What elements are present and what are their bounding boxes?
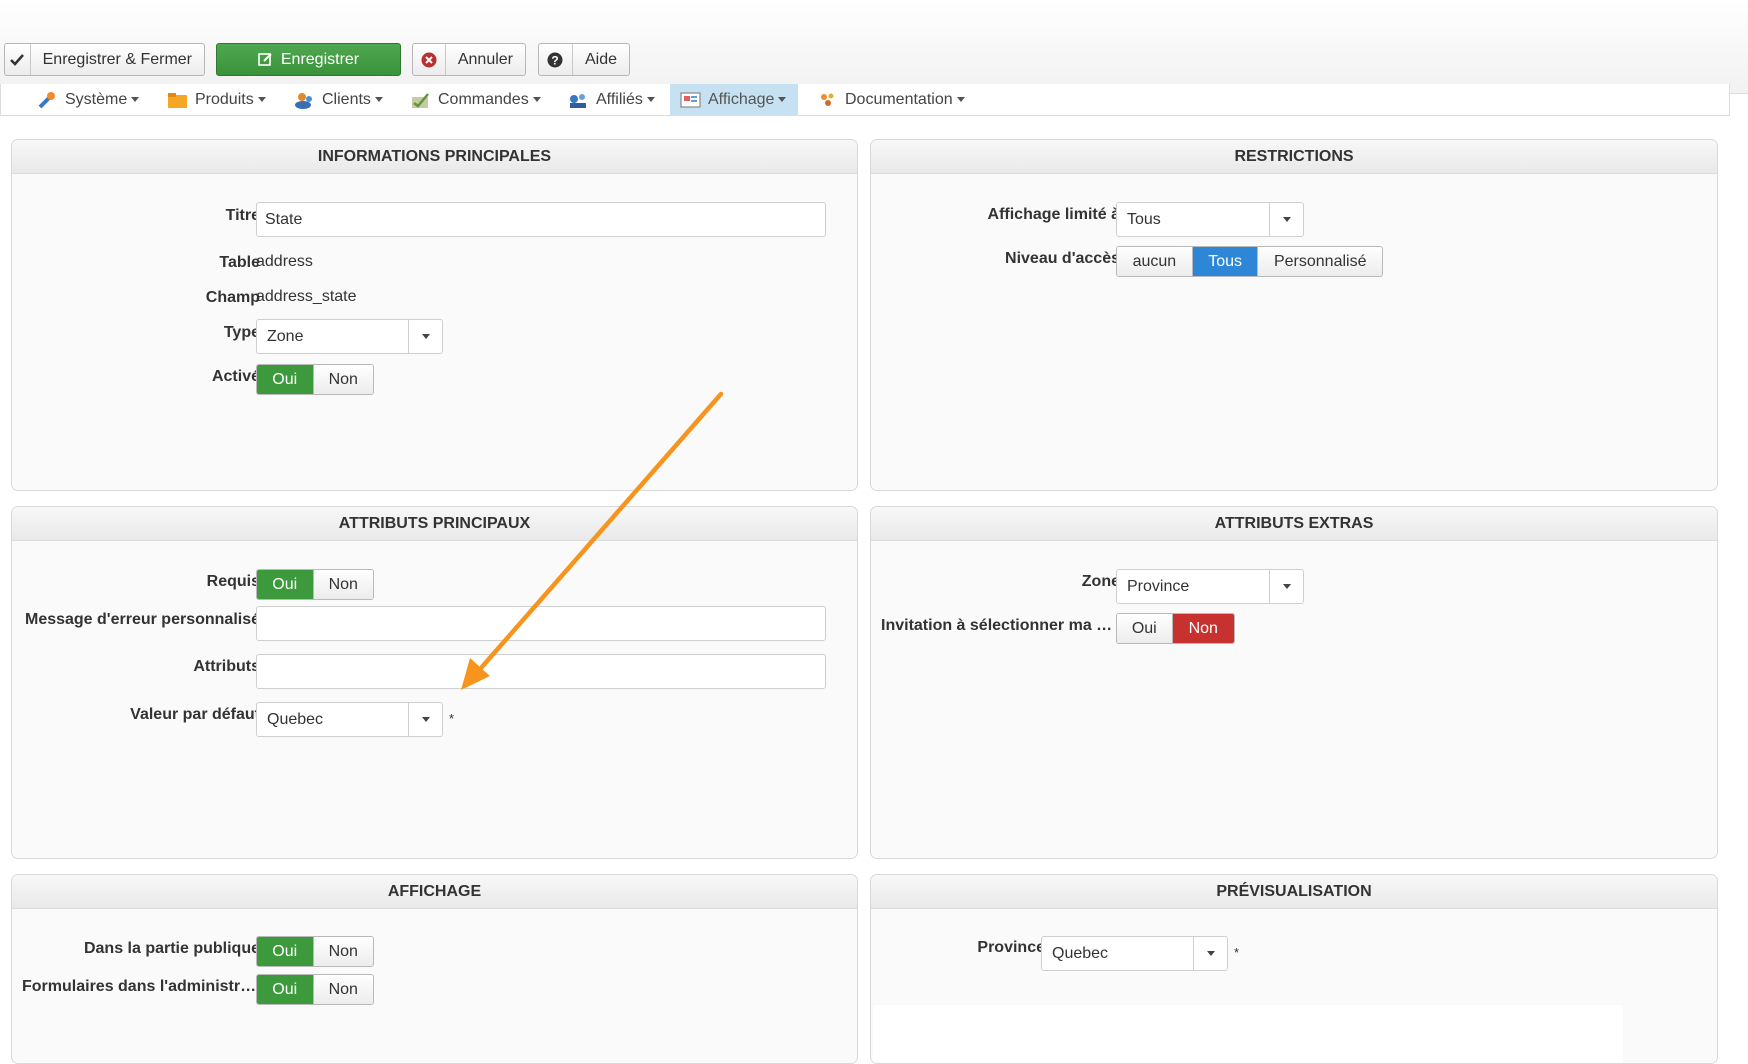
documentation-icon <box>817 91 839 109</box>
cancel-icon <box>413 44 446 75</box>
label-admin-forms: Formulaires dans l'administration <box>22 978 260 995</box>
label-champ: Champ <box>205 289 260 306</box>
folder-icon <box>167 91 189 109</box>
panel-title: AFFICHAGE <box>12 875 857 909</box>
chevron-down-icon <box>1193 937 1227 970</box>
access-none-button[interactable]: aucun <box>1117 247 1193 276</box>
zone-select[interactable]: Province <box>1116 569 1304 604</box>
access-custom-button[interactable]: Personnalisé <box>1258 247 1382 276</box>
panel-extra-attributes: ATTRIBUTS EXTRAS Zone Province Invitatio… <box>870 506 1718 859</box>
public-toggle: Oui Non <box>256 936 374 967</box>
panel-preview: PRÉVISUALISATION Province Quebec * <box>870 874 1718 1064</box>
menu-systeme[interactable]: Système <box>37 84 140 115</box>
panel-title: PRÉVISUALISATION <box>871 875 1717 909</box>
invite-toggle: Oui Non <box>1116 613 1235 644</box>
province-select[interactable]: Quebec <box>1041 936 1228 971</box>
active-no-button[interactable]: Non <box>313 365 373 394</box>
panel-display: AFFICHAGE Dans la partie publique Oui No… <box>11 874 858 1064</box>
orders-icon <box>410 91 432 109</box>
invite-no-button[interactable]: Non <box>1172 614 1234 643</box>
admin-no-button[interactable]: Non <box>313 975 373 1004</box>
active-yes-button[interactable]: Oui <box>257 365 314 394</box>
display-icon <box>680 91 702 109</box>
label-active: Activé <box>211 368 260 385</box>
required-yes-button[interactable]: Oui <box>257 570 314 599</box>
panel-title: ATTRIBUTS PRINCIPAUX <box>12 507 857 541</box>
panel-restrictions: RESTRICTIONS Affichage limité à Tous Niv… <box>870 139 1718 491</box>
titre-input[interactable] <box>256 202 826 237</box>
menu-affilies[interactable]: Affiliés <box>568 84 655 115</box>
edit-icon <box>258 52 273 67</box>
menu-commandes[interactable]: Commandes <box>410 84 541 115</box>
chevron-down-icon <box>408 320 442 353</box>
required-toggle: Oui Non <box>256 569 374 600</box>
menu-produits[interactable]: Produits <box>167 84 266 115</box>
users-icon <box>294 91 316 109</box>
label-province: Province <box>977 939 1045 956</box>
public-no-button[interactable]: Non <box>313 937 373 966</box>
cancel-button[interactable]: Annuler <box>412 43 526 76</box>
panel-title: RESTRICTIONS <box>871 140 1717 174</box>
error-message-input[interactable] <box>256 606 826 641</box>
required-asterisk: * <box>449 711 455 726</box>
check-icon <box>5 44 31 75</box>
label-access: Niveau d'accès <box>1005 250 1120 267</box>
active-toggle: Oui Non <box>256 364 374 395</box>
public-yes-button[interactable]: Oui <box>257 937 314 966</box>
label-required: Requis <box>206 573 260 590</box>
champ-value: address_state <box>256 288 357 305</box>
invite-yes-button[interactable]: Oui <box>1117 614 1173 643</box>
chevron-down-icon <box>1269 203 1303 236</box>
label-error-message: Message d'erreur personnalisé <box>24 611 260 628</box>
chevron-down-icon <box>1269 570 1303 603</box>
label-attributes: Attributs <box>193 658 260 675</box>
save-close-button[interactable]: Enregistrer & Fermer <box>4 43 205 76</box>
panel-title: INFORMATIONS PRINCIPALES <box>12 140 857 174</box>
preview-area <box>873 1005 1623 1063</box>
help-icon: ? <box>539 44 573 75</box>
label-limit: Affichage limité à <box>987 206 1120 223</box>
limit-select[interactable]: Tous <box>1116 202 1304 237</box>
table-value: address <box>256 253 313 270</box>
main-menu-bar: Système Produits Clients Commandes Affil… <box>0 84 1730 116</box>
panel-title: ATTRIBUTS EXTRAS <box>871 507 1717 541</box>
admin-yes-button[interactable]: Oui <box>257 975 314 1004</box>
access-all-button[interactable]: Tous <box>1192 247 1259 276</box>
label-invite: Invitation à sélectionner ma zone <box>881 617 1120 634</box>
label-table: Table <box>219 254 260 271</box>
label-public: Dans la partie publique <box>83 940 260 957</box>
access-level-toggle: aucun Tous Personnalisé <box>1116 246 1383 277</box>
required-no-button[interactable]: Non <box>313 570 373 599</box>
panel-main-attributes: ATTRIBUTS PRINCIPAUX Requis Oui Non Mess… <box>11 506 858 859</box>
affiliates-icon <box>568 91 590 109</box>
save-button[interactable]: Enregistrer <box>216 43 401 76</box>
required-asterisk: * <box>1234 945 1240 960</box>
type-select[interactable]: Zone <box>256 319 443 354</box>
menu-documentation[interactable]: Documentation <box>817 84 965 115</box>
help-button[interactable]: ? Aide <box>538 43 630 76</box>
default-value-select[interactable]: Quebec <box>256 702 443 737</box>
label-default-value: Valeur par défaut <box>130 706 260 723</box>
label-type: Type <box>223 324 260 341</box>
chevron-down-icon <box>408 703 442 736</box>
label-titre: Titre <box>225 207 260 224</box>
label-zone: Zone <box>1081 573 1120 590</box>
svg-text:?: ? <box>552 53 559 67</box>
attributes-input[interactable] <box>256 654 826 689</box>
toolbar: Enregistrer & Fermer Enregistrer Annuler… <box>0 0 1748 94</box>
admin-forms-toggle: Oui Non <box>256 974 374 1005</box>
menu-affichage[interactable]: Affichage <box>670 84 799 115</box>
panel-main-info: INFORMATIONS PRINCIPALES Titre Table add… <box>11 139 858 491</box>
wrench-icon <box>37 91 59 109</box>
menu-clients[interactable]: Clients <box>294 84 383 115</box>
